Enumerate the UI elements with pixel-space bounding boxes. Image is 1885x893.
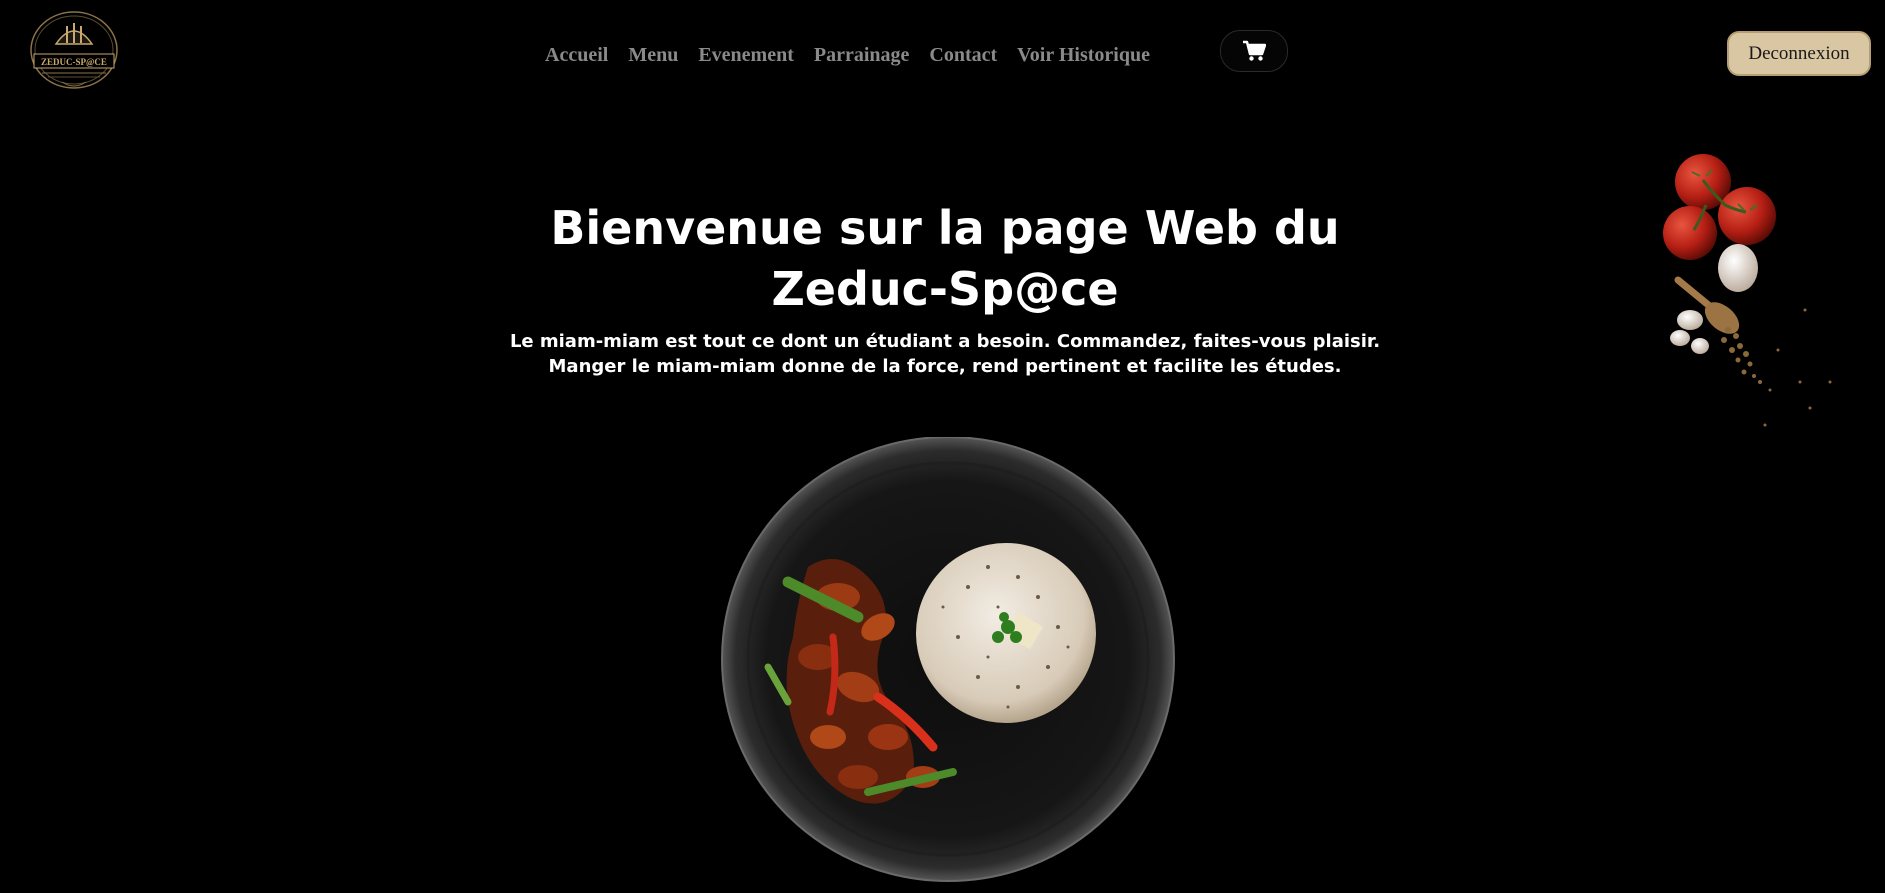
cart-button[interactable] [1220,30,1288,72]
hero-subtitle-line-2: Manger le miam-miam donne de la force, r… [548,356,1342,377]
logout-button[interactable]: Deconnexion [1727,31,1871,76]
logo-text: ZEDUC-SP@CE [41,57,107,67]
main-nav: Accueil Menu Evenement Parrainage Contac… [545,44,1150,67]
nav-contact[interactable]: Contact [929,44,997,67]
nav-voir-historique[interactable]: Voir Historique [1017,44,1150,67]
hero-subtitle: Le miam-miam est tout ce dont un étudian… [480,329,1410,379]
nav-menu[interactable]: Menu [628,44,678,67]
site-logo[interactable]: ZEDUC-SP@CE [26,10,122,92]
hero-subtitle-line-1: Le miam-miam est tout ce dont un étudian… [509,331,1381,352]
page-title: Bienvenue sur la page Web du Zeduc-Sp@ce [550,201,1340,316]
nav-parrainage[interactable]: Parrainage [814,44,910,67]
tomatoes-spices-decoration [1663,154,1832,427]
shopping-cart-icon [1243,40,1266,61]
dish-image [721,437,1175,882]
nav-evenement[interactable]: Evenement [698,44,794,67]
logo-emblem: ZEDUC-SP@CE [30,11,118,89]
nav-accueil[interactable]: Accueil [545,44,608,67]
